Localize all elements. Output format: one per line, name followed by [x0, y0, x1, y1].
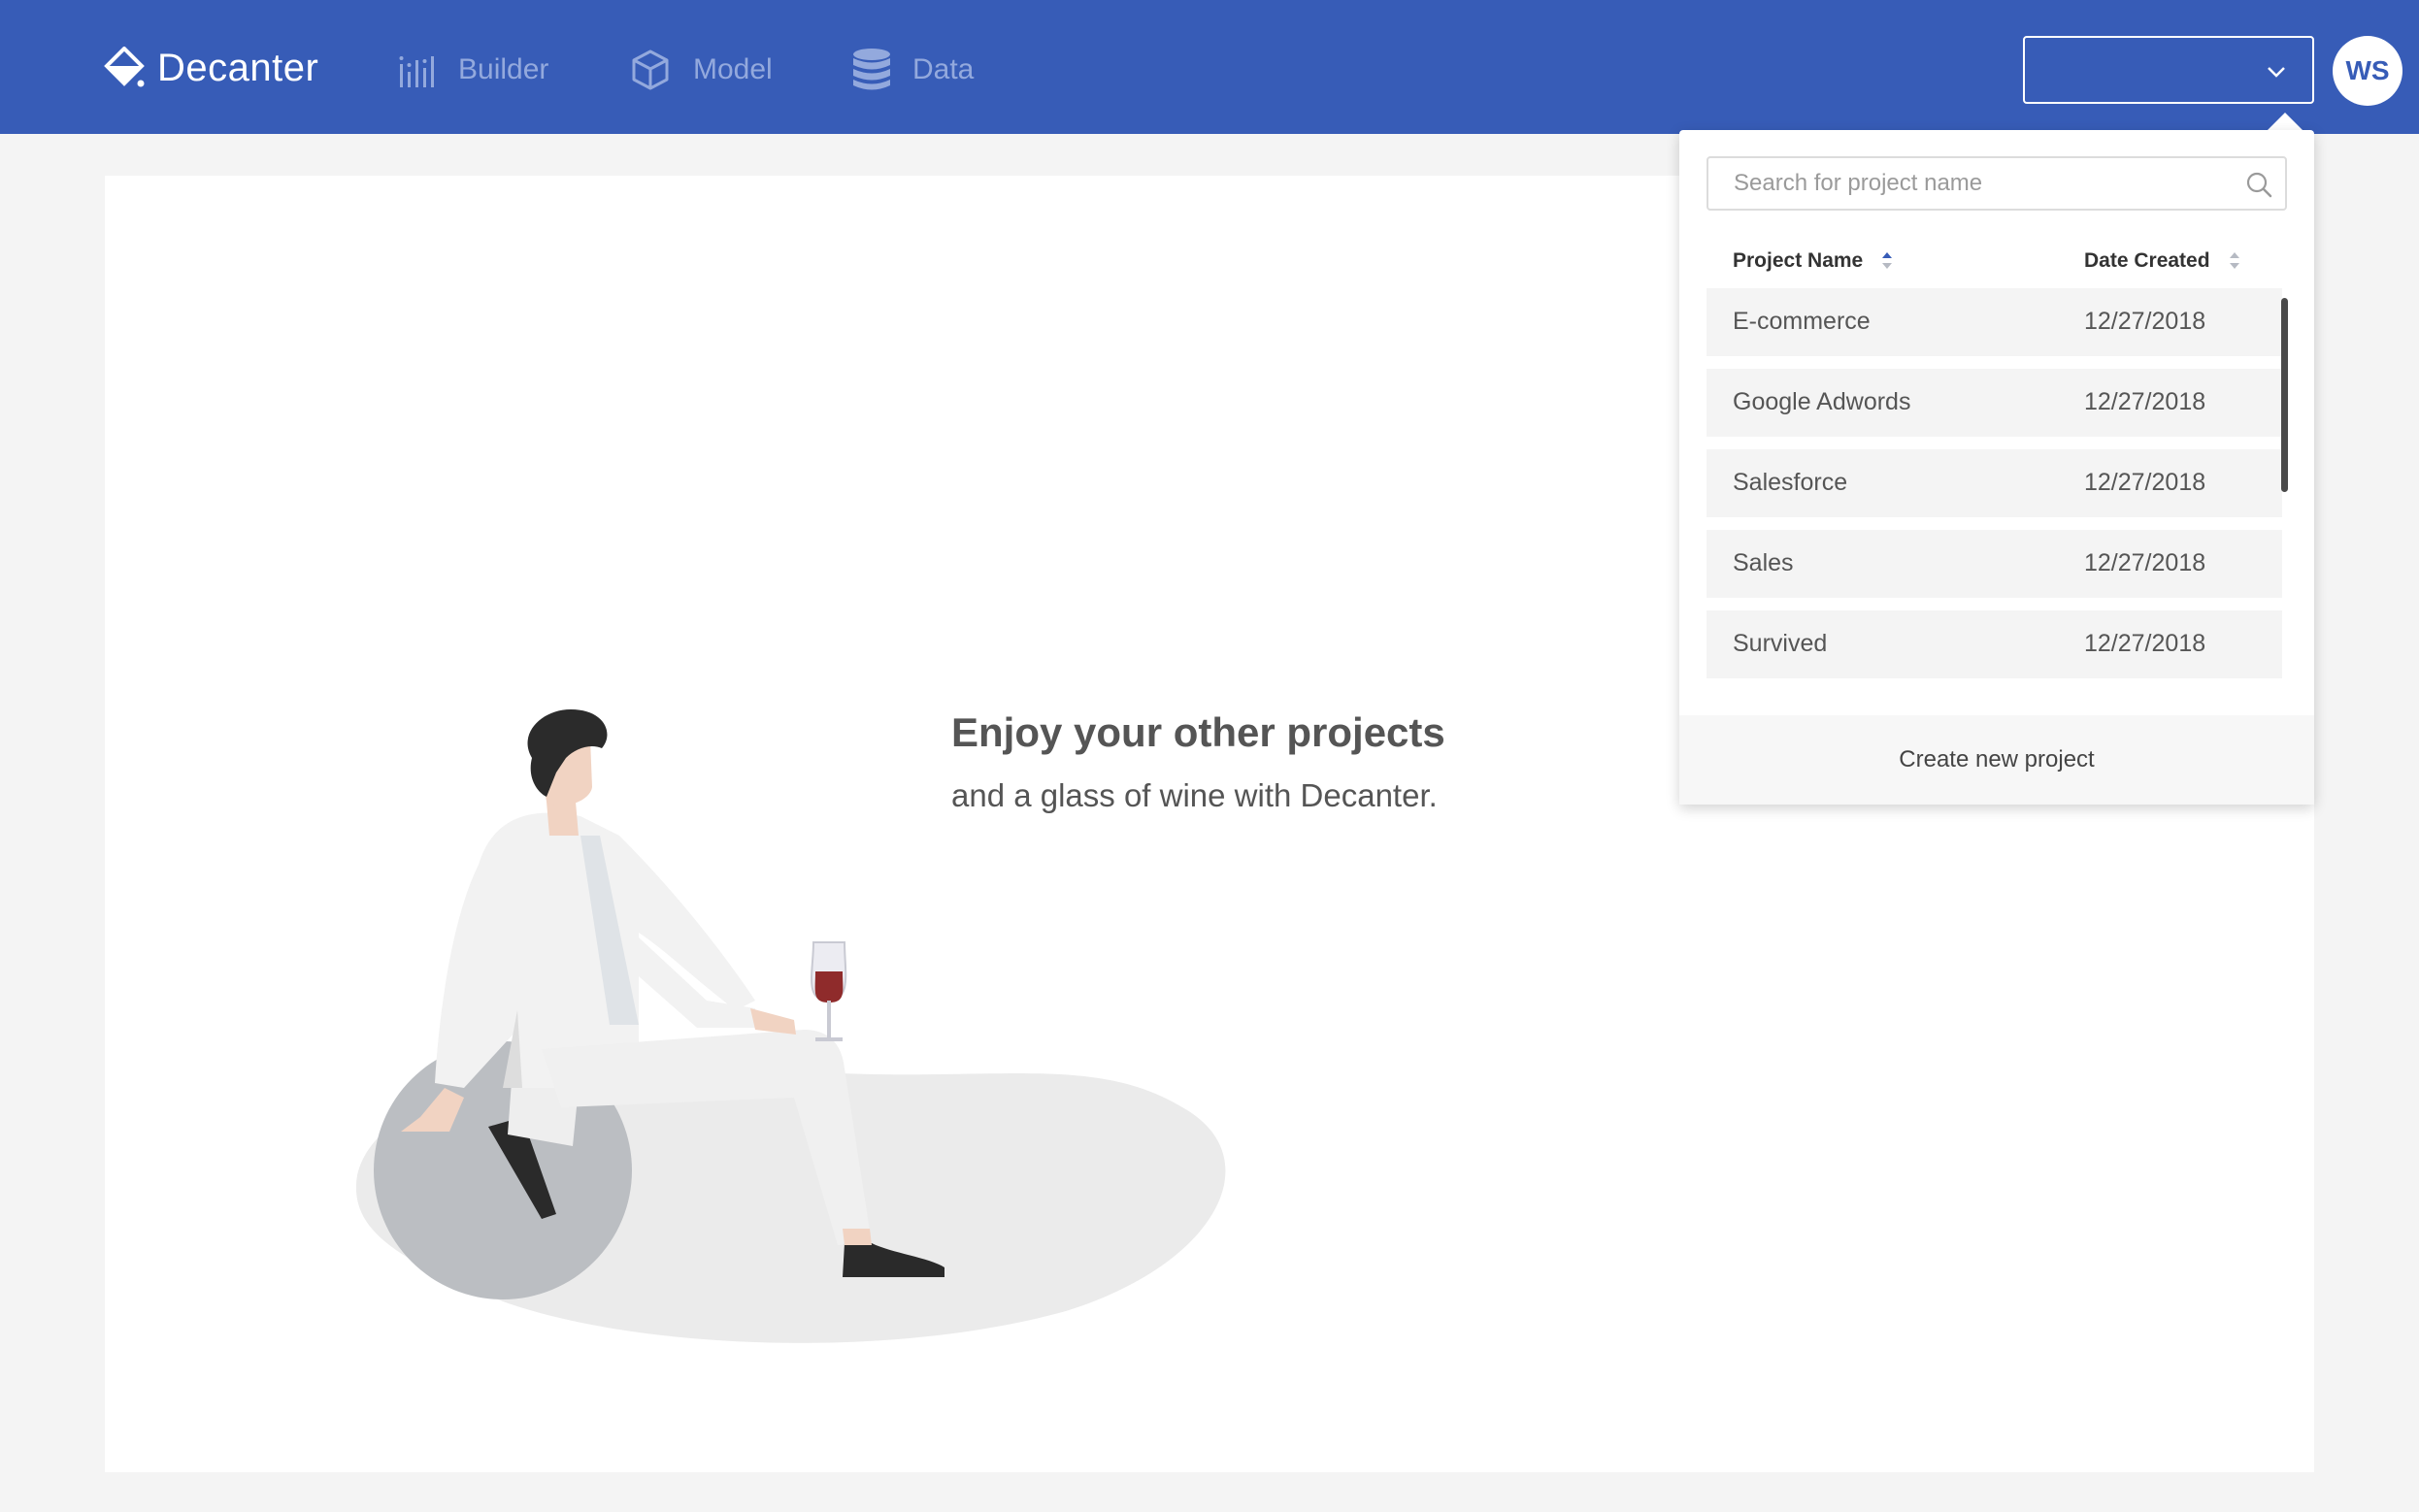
nav-data[interactable]: Data [852, 39, 974, 101]
nav-data-label: Data [912, 53, 975, 85]
project-date: 12/27/2018 [2084, 630, 2206, 657]
dropdown-pointer [2268, 113, 2303, 130]
search-icon[interactable] [2244, 170, 2273, 199]
column-header-date-created[interactable]: Date Created [2084, 245, 2241, 278]
project-name: Sales [1733, 549, 1794, 576]
project-date: 12/27/2018 [2084, 469, 2206, 496]
empty-state-subtitle: and a glass of wine with Decanter. [951, 777, 1438, 813]
user-avatar[interactable]: WS [2333, 36, 2402, 106]
project-date: 12/27/2018 [2084, 388, 2206, 415]
project-row[interactable]: Salesforce 12/27/2018 [1707, 449, 2282, 517]
project-select[interactable] [2023, 36, 2314, 104]
chevron-down-icon [2268, 67, 2285, 78]
top-navigation-bar: Decanter Builder Model Data WS [0, 0, 2419, 134]
project-name: Google Adwords [1733, 388, 1911, 415]
project-search-box[interactable] [1707, 156, 2287, 211]
cube-icon [632, 49, 669, 90]
project-row[interactable]: Sales 12/27/2018 [1707, 530, 2282, 598]
project-date: 12/27/2018 [2084, 549, 2206, 576]
project-row[interactable]: Survived 12/27/2018 [1707, 610, 2282, 678]
project-name: Survived [1733, 630, 1828, 657]
column-header-project-name[interactable]: Project Name [1733, 245, 1894, 278]
column-header-date-created-label: Date Created [2084, 249, 2210, 272]
project-search-input[interactable] [1708, 158, 2233, 209]
brand-name: Decanter [157, 46, 319, 89]
list-scrollbar[interactable] [2281, 298, 2288, 492]
empty-state-title: Enjoy your other projects [951, 709, 1445, 755]
project-name: Salesforce [1733, 469, 1848, 496]
decanter-logo-icon [104, 47, 145, 87]
database-icon [853, 49, 890, 90]
sort-ascending-icon[interactable] [1880, 250, 1894, 272]
nav-builder-label: Builder [458, 53, 549, 85]
sort-icon[interactable] [2228, 250, 2241, 272]
project-row[interactable]: E-commerce 12/27/2018 [1707, 288, 2282, 356]
project-name: E-commerce [1733, 308, 1871, 335]
column-header-project-name-label: Project Name [1733, 249, 1864, 272]
nav-builder[interactable]: Builder [398, 39, 548, 101]
project-row[interactable]: Google Adwords 12/27/2018 [1707, 369, 2282, 437]
project-dropdown: Project Name Date Created E-commerce 12/… [1679, 130, 2314, 805]
project-list: E-commerce 12/27/2018 Google Adwords 12/… [1707, 288, 2282, 691]
nav-model[interactable]: Model [629, 39, 773, 101]
create-new-project-button[interactable]: Create new project [1679, 715, 2314, 805]
decanter-logo[interactable]: Decanter [103, 39, 318, 97]
person-with-wine-illustration [355, 709, 1226, 1343]
nav-model-label: Model [693, 53, 773, 85]
project-date: 12/27/2018 [2084, 308, 2206, 335]
builder-icon [399, 56, 434, 87]
